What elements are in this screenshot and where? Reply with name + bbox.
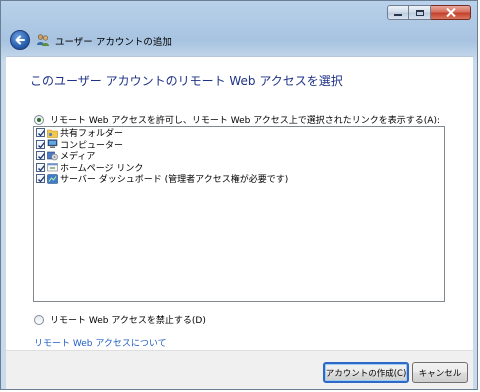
navigation-bar: ユーザー アカウントの追加	[1, 27, 477, 55]
allow-access-label: リモート Web アクセスを許可し、リモート Web アクセス上で選択されたリン…	[50, 116, 441, 126]
checkmark-icon	[38, 141, 46, 149]
checkmark-icon	[38, 153, 46, 160]
list-item-computers[interactable]: コンピューター	[34, 139, 444, 151]
maximize-icon	[415, 9, 424, 16]
server-dashboard-label: サーバー ダッシュボード (管理者アクセス権が必要です)	[60, 175, 289, 186]
checkmark-icon	[38, 176, 46, 183]
minimize-button[interactable]	[387, 5, 409, 20]
close-button[interactable]	[431, 5, 471, 20]
back-button[interactable]	[10, 30, 30, 50]
page-heading: このユーザー アカウントのリモート Web アクセスを選択	[30, 74, 343, 88]
deny-access-radio[interactable]	[34, 314, 44, 325]
user-accounts-icon	[37, 34, 49, 46]
title-bar	[1, 1, 477, 27]
back-arrow-icon	[15, 35, 25, 45]
checkmark-icon	[38, 164, 46, 172]
button-bar: アカウントの作成(C) キャンセル	[6, 350, 473, 389]
shared-folders-checkbox[interactable]	[36, 128, 46, 138]
window-controls	[387, 5, 471, 20]
content-area: このユーザー アカウントのリモート Web アクセスを選択 リモート Web ア…	[6, 56, 473, 351]
server-dashboard-checkbox[interactable]	[36, 174, 46, 184]
home-page-link-checkbox[interactable]	[36, 162, 46, 172]
maximize-button[interactable]	[409, 5, 431, 20]
minimize-icon	[394, 14, 402, 16]
server-dashboard-icon	[47, 173, 58, 184]
about-remote-web-access-link[interactable]: リモート Web アクセスについて	[34, 336, 167, 349]
cancel-button[interactable]: キャンセル	[412, 362, 468, 383]
checkmark-icon	[38, 130, 46, 137]
shared-folder-icon	[47, 129, 58, 138]
allow-access-radio[interactable]	[34, 114, 44, 125]
links-checklist[interactable]: 共有フォルダー コンピューター メディア ホームページ リンク サーバー ダッシ…	[33, 126, 445, 302]
dialog-window: ユーザー アカウントの追加 このユーザー アカウントのリモート Web アクセス…	[0, 0, 478, 390]
create-account-button[interactable]: アカウントの作成(C)	[323, 362, 409, 383]
deny-access-option[interactable]: リモート Web アクセスを禁止する(D)	[34, 313, 206, 326]
deny-access-label: リモート Web アクセスを禁止する(D)	[50, 316, 206, 326]
allow-access-option[interactable]: リモート Web アクセスを許可し、リモート Web アクセス上で選択されたリン…	[34, 113, 440, 126]
media-icon	[47, 151, 58, 161]
close-icon	[445, 8, 456, 17]
computer-icon	[47, 139, 58, 149]
computers-checkbox[interactable]	[36, 139, 46, 149]
home-page-link-icon	[47, 163, 58, 172]
window-title: ユーザー アカウントの追加	[55, 37, 172, 48]
list-item-server-dashboard[interactable]: サーバー ダッシュボード (管理者アクセス権が必要です)	[34, 173, 444, 185]
media-checkbox[interactable]	[36, 151, 46, 161]
